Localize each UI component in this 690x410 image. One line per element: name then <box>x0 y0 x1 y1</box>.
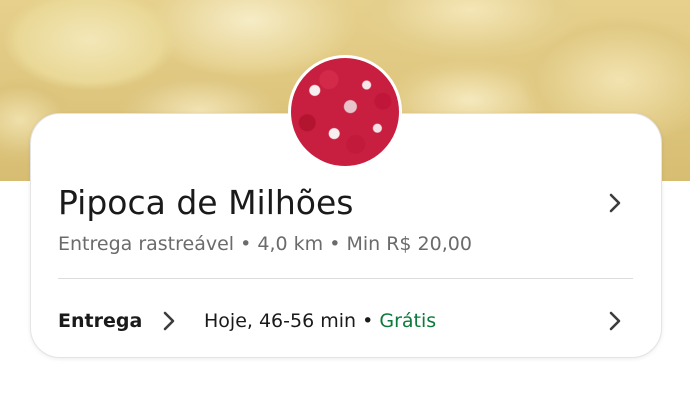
meta-separator: • <box>323 233 347 255</box>
store-header-page: Pipoca de Milhões Entrega rastreável • 4… <box>0 0 690 410</box>
delivery-mode-chevron-icon[interactable] <box>160 309 178 333</box>
store-logo <box>288 55 402 169</box>
delivery-separator: • <box>356 310 380 332</box>
delivery-fee: Grátis <box>379 310 437 332</box>
meta-separator: • <box>234 233 258 255</box>
tracking-info: Entrega rastreável <box>58 233 235 255</box>
delivery-eta: Hoje, 46-56 min <box>204 310 357 332</box>
store-name[interactable]: Pipoca de Milhões <box>58 183 354 222</box>
distance-info: 4,0 km <box>257 233 324 255</box>
delivery-schedule-chevron-icon[interactable] <box>606 309 624 333</box>
store-meta-info: Entrega rastreável • 4,0 km • Min R$ 20,… <box>58 233 472 255</box>
delivery-time-info[interactable]: Hoje, 46-56 min • Grátis <box>204 310 436 332</box>
divider <box>58 278 633 279</box>
minimum-order-info: Min R$ 20,00 <box>346 233 472 255</box>
store-details-chevron-icon[interactable] <box>606 191 624 215</box>
delivery-mode-label[interactable]: Entrega <box>58 310 142 332</box>
